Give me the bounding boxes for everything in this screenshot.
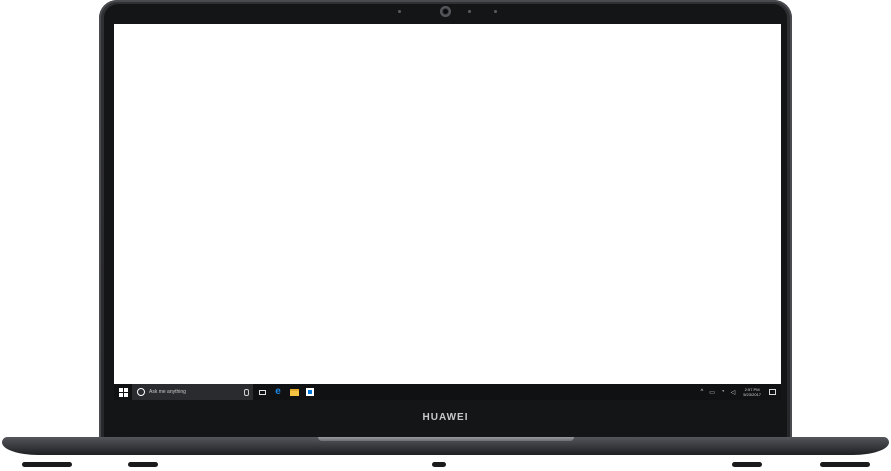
rubber-foot <box>22 462 72 467</box>
sensor-dot <box>468 10 471 13</box>
clock[interactable]: 2:57 PM 5/23/2017 <box>743 387 761 397</box>
brand-logo: HUAWEI <box>422 412 469 423</box>
sensor-dot <box>398 10 401 13</box>
network-icon[interactable]: ◔ <box>721 389 725 395</box>
battery-icon[interactable]: ▭ <box>709 389 715 396</box>
windows-logo-icon <box>118 387 128 397</box>
sensor-dot <box>494 10 497 13</box>
task-view-button[interactable] <box>255 384 269 400</box>
microphone-icon[interactable] <box>244 389 249 396</box>
cortana-icon <box>137 388 145 396</box>
store-icon <box>306 388 314 396</box>
edge-icon: e <box>275 386 281 397</box>
file-explorer-button[interactable] <box>287 384 301 400</box>
taskbar: Ask me anything e ^ ▭ ◔ ◁ 2:57 PM 5/23/2… <box>114 384 781 400</box>
rubber-foot <box>432 462 446 467</box>
hinge-notch <box>318 437 574 441</box>
store-button[interactable] <box>303 384 317 400</box>
chevron-up-icon[interactable]: ^ <box>700 389 703 395</box>
task-view-icon <box>258 389 266 395</box>
edge-button[interactable]: e <box>271 384 285 400</box>
search-placeholder: Ask me anything <box>149 389 186 395</box>
desktop-screen: Ask me anything e ^ ▭ ◔ ◁ 2:57 PM 5/23/2… <box>114 24 781 400</box>
file-explorer-icon <box>289 388 299 396</box>
start-button[interactable] <box>114 384 132 400</box>
volume-icon[interactable]: ◁ <box>731 389 736 396</box>
rubber-foot <box>128 462 158 467</box>
search-box[interactable]: Ask me anything <box>132 384 253 400</box>
clock-date: 5/23/2017 <box>743 392 761 397</box>
laptop-mockup: Ask me anything e ^ ▭ ◔ ◁ 2:57 PM 5/23/2… <box>0 0 891 471</box>
rubber-foot <box>732 462 762 467</box>
notifications-icon[interactable] <box>769 389 776 395</box>
rubber-foot <box>820 462 870 467</box>
webcam-icon <box>440 6 451 17</box>
system-tray: ^ ▭ ◔ ◁ 2:57 PM 5/23/2017 <box>697 384 781 400</box>
